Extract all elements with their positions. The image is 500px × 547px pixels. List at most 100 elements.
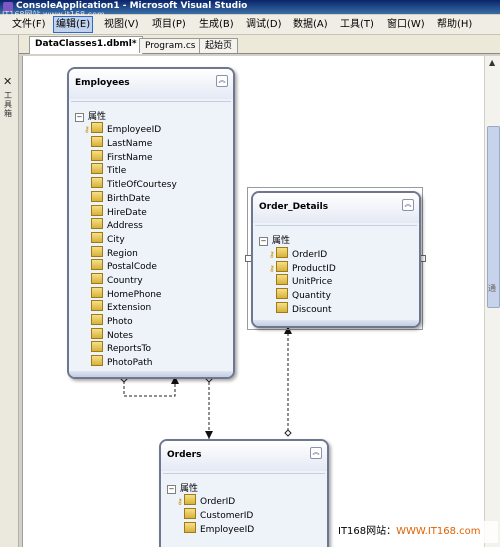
key-icon: ⚷ [84,125,90,134]
scroll-up-icon[interactable]: ▲ [489,58,495,67]
property-icon [91,341,103,352]
entity-name: Employees [75,78,130,88]
property-item[interactable]: Discount [276,302,332,315]
toolbox-strip[interactable]: ✕ 工具箱 [0,35,19,547]
menu-data[interactable]: 数据(A) [291,17,330,32]
property-item[interactable]: HireDate [91,205,147,218]
property-icon [91,177,103,188]
property-icon [91,287,103,298]
property-icon [91,232,103,243]
tab-program-cs[interactable]: Program.cs [139,38,202,53]
menu-view[interactable]: 视图(V) [102,17,141,32]
property-item[interactable]: ⚷ ProductID [269,261,336,274]
scrollbar-thumb[interactable] [487,126,500,308]
property-icon [91,355,103,366]
property-item[interactable]: UnitPrice [276,274,332,287]
property-icon [276,288,288,299]
document-tab-bar: DataClasses1.dbml* Program.cs 起始页 [19,35,500,54]
property-icon [91,205,103,216]
entity-name: Order_Details [259,202,329,212]
property-item[interactable]: ⚷ OrderID [177,494,235,507]
collapse-icon[interactable]: ︽ [310,447,322,459]
property-item[interactable]: Title [91,163,126,176]
property-icon [184,508,196,519]
menu-file[interactable]: 文件(F) [10,17,48,32]
property-item[interactable]: CustomerID [184,508,253,521]
property-icon [276,261,288,272]
property-item[interactable]: Photo [91,314,133,327]
property-item[interactable]: Address [91,218,143,231]
property-item[interactable]: ⚷ EmployeeID [84,122,161,135]
property-icon [276,302,288,313]
property-icon [91,122,103,133]
property-icon [91,273,103,284]
property-item[interactable]: Extension [91,300,151,313]
vertical-scrollbar[interactable]: ▲ [484,56,500,547]
menu-project[interactable]: 项目(P) [150,17,188,32]
property-icon [91,136,103,147]
property-item[interactable]: City [91,232,125,245]
employees-self-association[interactable] [123,381,176,397]
tab-start-page[interactable]: 起始页 [199,38,239,53]
property-icon [184,522,196,533]
properties-section[interactable]: − 属性 [75,109,106,122]
entity-footer [69,371,233,377]
key-icon: ⚷ [269,250,275,259]
entity-footer [253,320,419,326]
property-item[interactable]: Quantity [276,288,331,301]
property-item[interactable]: TitleOfCourtesy [91,177,177,190]
property-icon [91,259,103,270]
property-item[interactable]: Country [91,273,143,286]
property-icon [91,218,103,229]
menu-window[interactable]: 窗口(W) [385,17,427,32]
key-icon: ⚷ [269,264,275,273]
minus-icon[interactable]: − [167,485,176,494]
property-icon [184,494,196,505]
property-item[interactable]: ⚷ OrderID [269,247,327,260]
entity-name: Orders [167,450,202,460]
association-diamond [284,429,292,437]
watermark: IT168网站：WWW.IT168.com [338,521,498,543]
menu-build[interactable]: 生成(B) [197,17,236,32]
watermark-url: WWW.IT168.com [396,526,481,537]
divider [255,225,417,226]
property-icon [91,150,103,161]
properties-section[interactable]: − 属性 [259,233,290,246]
key-icon: ⚷ [177,497,183,506]
property-item[interactable]: LastName [91,136,152,149]
toolbox-icon[interactable]: ✕ [3,75,12,88]
properties-section[interactable]: − 属性 [167,481,198,494]
minus-icon[interactable]: − [75,113,84,122]
property-item[interactable]: ReportsTo [91,341,151,354]
property-item[interactable]: Notes [91,328,133,341]
property-icon [91,314,103,325]
dbml-designer-canvas[interactable]: Employees ︽ − 属性 ⚷ EmployeeID LastName Fir… [22,56,485,547]
property-icon [276,247,288,258]
watermark-site: IT168网站： [338,526,397,537]
menu-help[interactable]: 帮助(H) [435,17,474,32]
menu-edit[interactable]: 编辑(E) [53,16,94,33]
property-item[interactable]: HomePhone [91,287,161,300]
collapse-icon[interactable]: ︽ [402,199,414,211]
divider [71,101,231,102]
minus-icon[interactable]: − [259,237,268,246]
property-icon [91,300,103,311]
property-icon [91,328,103,339]
property-icon [91,191,103,202]
tab-dataclasses-dbml[interactable]: DataClasses1.dbml* [29,36,143,54]
association-arrow [205,431,213,439]
property-item[interactable]: BirthDate [91,191,150,204]
property-item[interactable]: PhotoPath [91,355,152,368]
menu-bar: 文件(F) 编辑(E) 视图(V) 项目(P) 生成(B) 调试(D) 数据(A… [0,15,500,35]
property-item[interactable]: PostalCode [91,259,157,272]
property-item[interactable]: EmployeeID [184,522,254,535]
property-icon [276,274,288,285]
property-item[interactable]: Region [91,246,138,259]
side-panel-label: 通 [488,284,496,293]
menu-debug[interactable]: 调试(D) [244,17,284,32]
menu-tools[interactable]: 工具(T) [338,17,376,32]
property-icon [91,163,103,174]
toolbox-label[interactable]: 工具箱 [4,91,14,118]
property-item[interactable]: FirstName [91,150,153,163]
collapse-icon[interactable]: ︽ [216,75,228,87]
